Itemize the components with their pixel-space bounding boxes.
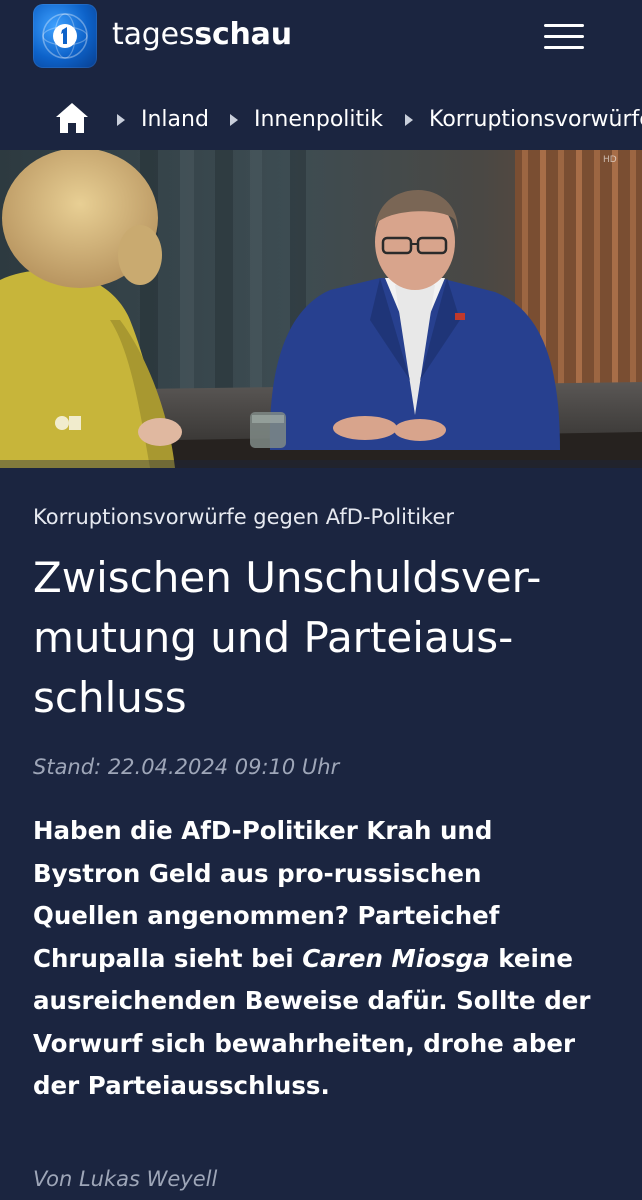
teaser-text: Chrupalla sieht bei [33, 943, 303, 973]
hamburger-menu-icon[interactable] [540, 20, 588, 54]
headline-line: schluss [33, 673, 187, 722]
article-kicker: Korruptionsvorwürfe gegen AfD-Politiker [33, 505, 455, 529]
article-author: Von Lukas Weyell [33, 1167, 218, 1191]
headline-line: mutung und Parteiaus- [33, 613, 514, 662]
teaser-line: Vorwurf sich bewahrheiten, drohe aber [33, 1028, 576, 1058]
hero-image[interactable]: HD [0, 150, 642, 468]
breadcrumb-item-korruptionsvorwuerfe[interactable]: Korruptionsvorwürfe [429, 106, 642, 134]
teaser-line: Chrupalla sieht bei Caren Miosga keine [33, 938, 618, 981]
article-teaser: Haben die AfD-Politiker Krah und Bystron… [33, 810, 618, 1108]
article-headline: Zwischen Unschuldsver- mutung und Partei… [33, 548, 613, 728]
teaser-line: Bystron Geld aus pro-russischen [33, 858, 482, 888]
breadcrumb: Inland Innenpolitik Korruptionsvorwürfe [0, 94, 642, 146]
breadcrumb-item-inland[interactable]: Inland [141, 106, 209, 134]
article-timestamp: Stand: 22.04.2024 09:10 Uhr [33, 755, 340, 779]
app-header: tagesschau [0, 0, 642, 86]
tagesschau-logo-icon[interactable] [33, 4, 97, 68]
teaser-line: Haben die AfD-Politiker Krah und [33, 816, 493, 845]
brand-light-text: tages [112, 17, 195, 52]
teaser-line: der Parteiausschluss. [33, 1071, 330, 1100]
teaser-line: Quellen angenommen? Parteichef [33, 901, 500, 930]
teaser-text: keine [489, 943, 573, 973]
home-icon[interactable] [53, 100, 91, 136]
breadcrumb-separator-icon [405, 114, 413, 126]
svg-text:HD: HD [603, 155, 617, 165]
brand-wordmark[interactable]: tagesschau [112, 15, 292, 55]
teaser-line: ausreichenden Beweise dafür. Sollte der [33, 986, 591, 1015]
breadcrumb-separator-icon [230, 114, 238, 126]
breadcrumb-item-innenpolitik[interactable]: Innenpolitik [254, 106, 383, 134]
show-name-emphasis: Caren Miosga [302, 943, 490, 973]
brand-bold-text: schau [194, 17, 292, 52]
breadcrumb-separator-icon [117, 114, 125, 126]
headline-line: Zwischen Unschuldsver- [33, 553, 542, 602]
